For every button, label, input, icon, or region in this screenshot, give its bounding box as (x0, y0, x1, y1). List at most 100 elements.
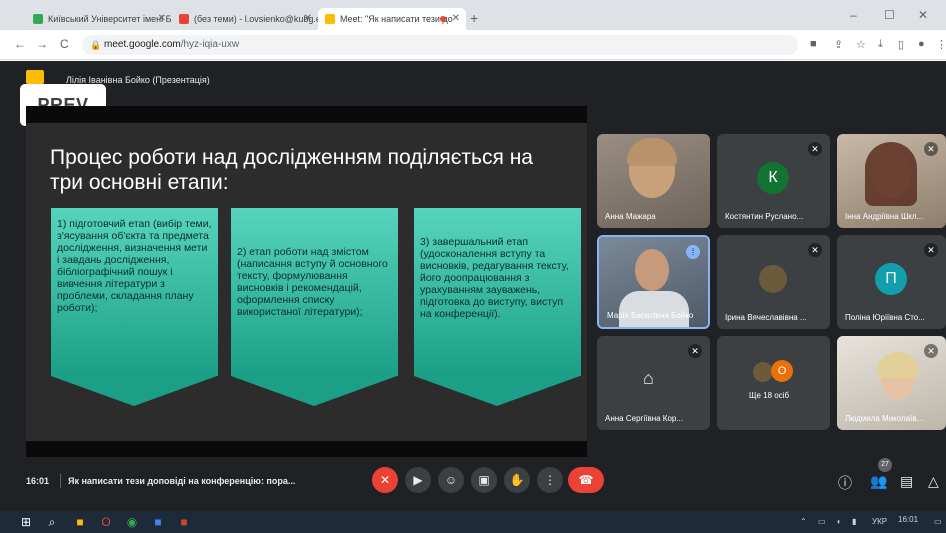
url-host: meet.google.com (104, 39, 181, 50)
maximize-button[interactable]: ☐ (884, 8, 895, 22)
browser-tab-strip: Київський Університет імені Б ✕ (без тем… (0, 0, 946, 30)
participant-tile-speaking[interactable]: ⁞ Марія Василівна Бойко (597, 235, 710, 329)
word-icon[interactable]: ■ (150, 514, 166, 530)
participant-tile[interactable]: ✕ Інна Андріївна Шкл... (837, 134, 946, 228)
powerpoint-icon[interactable]: ■ (176, 514, 192, 530)
camera-in-use-icon[interactable]: ■ (810, 38, 817, 50)
mic-toggle-button[interactable]: ✕ (372, 467, 398, 493)
battery-icon[interactable]: ▮ (852, 517, 856, 526)
address-bar: ← → C 🔒 meet.google.com/hyz-iqia-uxw ■ ⇪… (0, 30, 946, 60)
slide-bottom-border (26, 441, 587, 457)
participant-tile[interactable]: Анна Мажара (597, 134, 710, 228)
notifications-icon[interactable]: ▭ (934, 517, 942, 526)
network-icon[interactable]: ▭ (818, 517, 826, 526)
presentation-icon: ⌂ (643, 368, 654, 388)
meeting-time: 16:01 (26, 476, 50, 486)
participant-tile[interactable]: ✕ ⌂ Анна Сергіївна Кор... (597, 336, 710, 430)
face-shape (635, 249, 669, 291)
close-tab-icon[interactable]: ✕ (304, 8, 312, 30)
minimize-button[interactable]: – (850, 8, 857, 22)
hair-shape (627, 138, 677, 166)
presentation-slide: Процес роботи над дослідженням поділяєть… (26, 123, 587, 441)
language-indicator[interactable]: УКР (872, 517, 887, 526)
activities-icon[interactable]: △ (928, 473, 939, 490)
camera-toggle-button[interactable]: ▶ (405, 467, 431, 493)
recording-dot-icon (440, 16, 446, 22)
small-photo-avatar (753, 362, 773, 382)
people-count-badge: 27 (878, 458, 892, 472)
hair-shape (865, 142, 917, 206)
tab-meet[interactable]: Meet: "Як написати тези до ✕ (318, 8, 466, 30)
university-favicon-icon (33, 14, 43, 24)
participant-name: Марія Василівна Бойко (607, 311, 694, 320)
participant-name: Костянтин Руслано... (725, 212, 804, 221)
stage-arrow-3 (414, 376, 580, 406)
mic-muted-icon: ✕ (808, 243, 822, 257)
lock-icon: 🔒 (90, 40, 102, 50)
file-explorer-icon[interactable]: ■ (72, 514, 88, 530)
participant-tile[interactable]: ✕ Людмила Миколаїв... (837, 336, 946, 430)
emoji-reaction-button[interactable]: ☺ (438, 467, 464, 493)
more-options-button[interactable]: ⋮ (537, 467, 563, 493)
raise-hand-button[interactable]: ✋ (504, 467, 530, 493)
url-path: /hyz-iqia-uxw (180, 39, 240, 50)
meet-window: Лілія Іванівна Бойко (Презентація) PREV … (0, 61, 946, 511)
tab-gmail[interactable]: (без теми) - l.ovsienko@kubg.e ✕ (172, 8, 318, 30)
share-icon[interactable]: ⇪ (834, 38, 843, 51)
windows-start-icon[interactable]: ⊞ (18, 514, 34, 530)
stage-text-2: 2) етап роботи над змістом (написання вс… (237, 246, 388, 318)
participant-name: Анна Мажара (605, 212, 656, 221)
close-tab-icon[interactable]: ✕ (158, 8, 166, 30)
tray-chevron-icon[interactable]: ⌃ (800, 517, 807, 526)
stage-box-3: 3) завершальний етап (удосконалення всту… (414, 208, 581, 376)
menu-kebab-icon[interactable]: ⋮ (936, 38, 946, 51)
profile-icon[interactable]: ● (918, 38, 925, 50)
participant-name: Ірина Вячеславівна ... (725, 313, 807, 322)
side-panel-icon[interactable]: ▯ (898, 38, 904, 51)
meeting-info-icon[interactable]: ⓘ (838, 473, 852, 493)
participant-name: Анна Сергіївна Кор... (605, 414, 684, 423)
search-icon[interactable]: ⌕ (44, 514, 60, 530)
url-input[interactable]: 🔒 meet.google.com/hyz-iqia-uxw (82, 35, 798, 55)
tab-label: Meet: "Як написати тези до (340, 14, 453, 24)
mic-muted-icon: ✕ (688, 344, 702, 358)
participant-tile[interactable]: ✕ Ірина Вячеславівна ... (717, 235, 830, 329)
tab-label: (без теми) - l.ovsienko@kubg.e (194, 14, 318, 24)
small-photo-avatar (759, 265, 787, 293)
more-participants-tile[interactable]: О Ще 18 осіб (717, 336, 830, 430)
chrome-icon[interactable]: ◉ (124, 514, 140, 530)
participant-tile[interactable]: ✕ К Костянтин Руслано... (717, 134, 830, 228)
avatar: О (771, 360, 793, 382)
bookmark-star-icon[interactable]: ☆ (856, 38, 866, 51)
tab-label: Київський Університет імені Б (48, 14, 172, 24)
gmail-favicon-icon (179, 14, 189, 24)
new-tab-button[interactable]: + (470, 10, 478, 26)
stage-box-1: 1) підготовчий етап (вибір теми, з'ясува… (51, 208, 218, 376)
opera-icon[interactable]: O (98, 514, 114, 530)
shirt-shape (619, 291, 689, 327)
close-tab-icon[interactable]: ✕ (452, 8, 460, 30)
mic-muted-icon: ✕ (924, 142, 938, 156)
slide-top-border (26, 106, 587, 123)
participant-tile[interactable]: ✕ П Поліна Юріївна Сто... (837, 235, 946, 329)
avatar: П (875, 263, 907, 295)
windows-taskbar: ⊞ ⌕ ■ O ◉ ■ ■ ⌃ ▭ ◖ ▮ УКР 16:01 ▭ (0, 511, 946, 533)
volume-icon[interactable]: ◖ (836, 517, 841, 526)
stage-box-2: 2) етап роботи над змістом (написання вс… (231, 208, 398, 376)
meet-logo-icon (26, 70, 44, 84)
more-participants-label: Ще 18 осіб (749, 391, 790, 400)
forward-button[interactable]: → (36, 37, 48, 51)
tab-university[interactable]: Київський Університет імені Б ✕ (26, 8, 172, 30)
reload-button[interactable]: C (60, 37, 69, 51)
back-button[interactable]: ← (14, 37, 26, 51)
chat-icon[interactable]: ▤ (900, 473, 913, 490)
mic-muted-icon: ✕ (924, 243, 938, 257)
close-window-button[interactable]: ✕ (918, 8, 928, 22)
participant-name: Людмила Миколаїв... (845, 414, 924, 423)
people-icon[interactable]: 👥 (870, 473, 887, 490)
meeting-title: Як написати тези доповіді на конференцію… (68, 476, 296, 486)
taskbar-clock[interactable]: 16:01 (898, 515, 918, 524)
download-icon[interactable]: ⤓ (878, 38, 883, 51)
present-screen-button[interactable]: ▣ (471, 467, 497, 493)
leave-call-button[interactable]: ☎ (568, 467, 604, 493)
